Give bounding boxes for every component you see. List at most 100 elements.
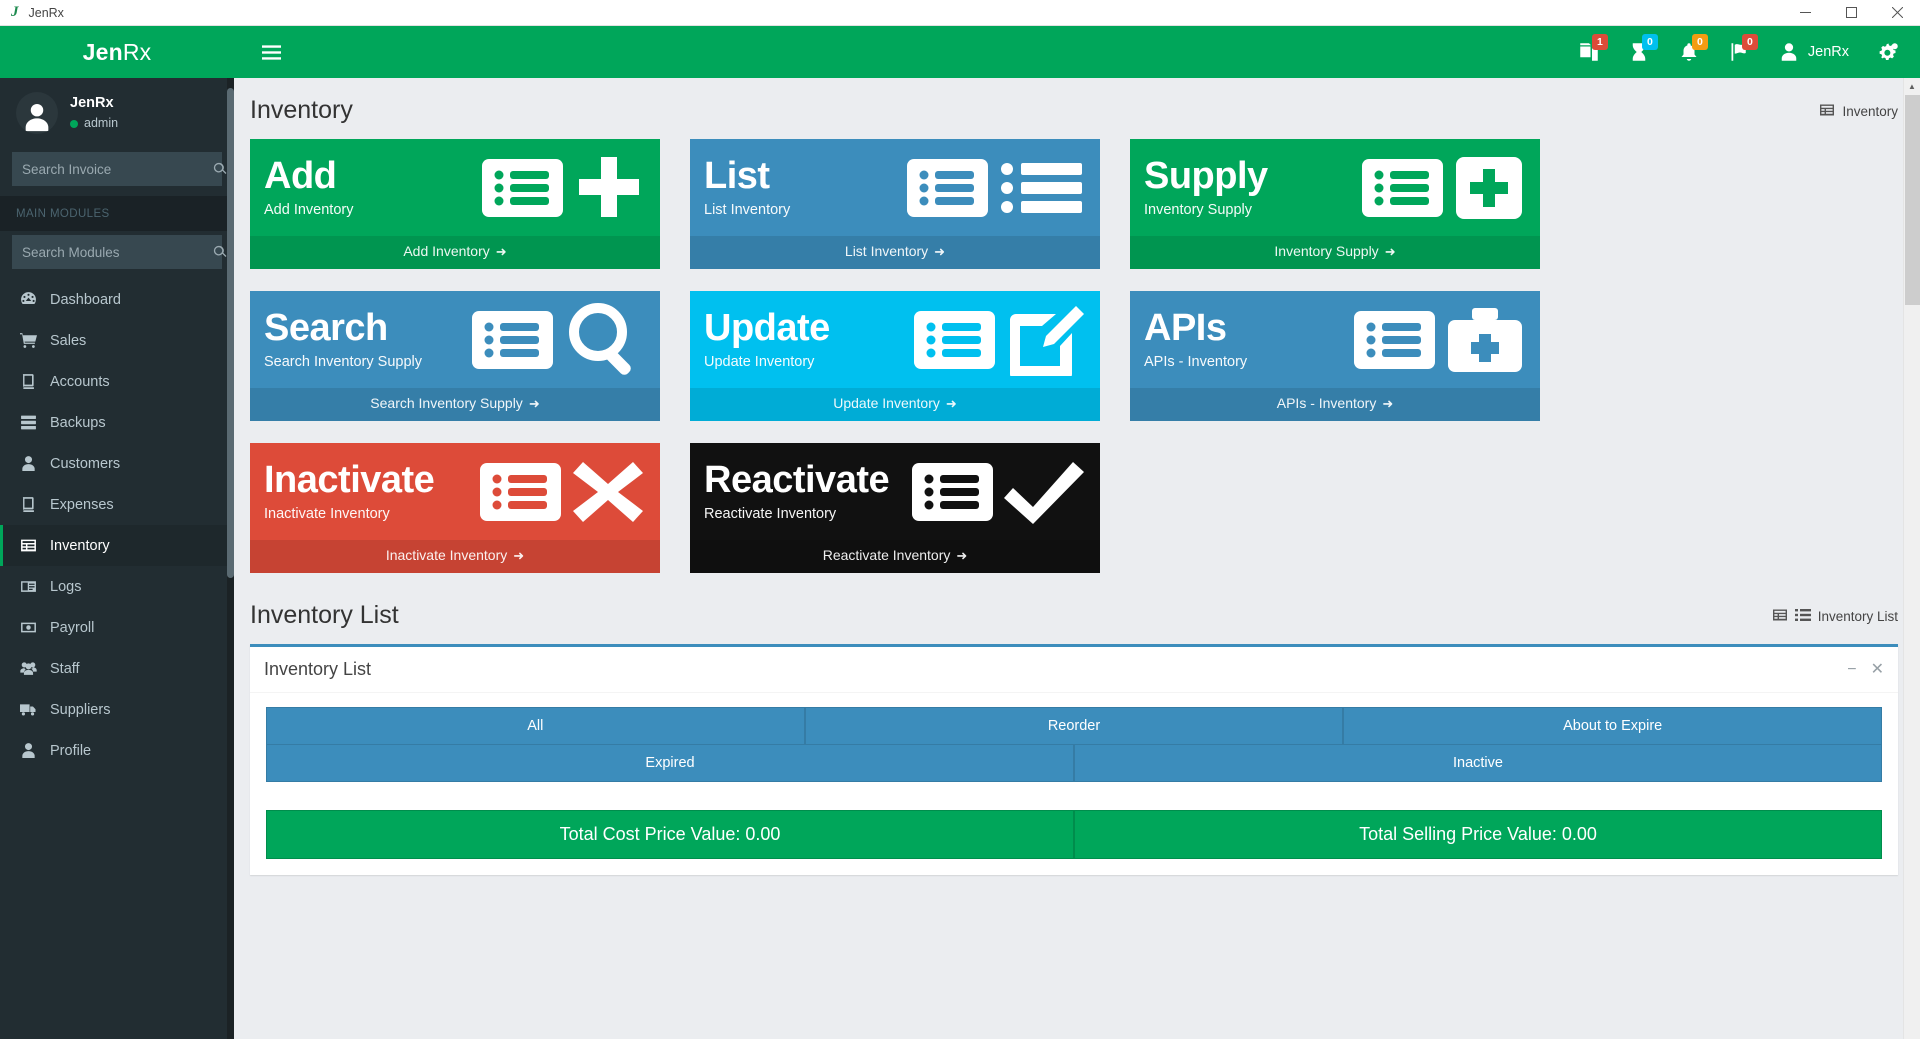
tab-all[interactable]: All xyxy=(266,707,805,745)
arrow-circle-right-icon: ➜ xyxy=(513,548,525,563)
card-search-inventory-supply[interactable]: Search Search Inventory Supply Search In… xyxy=(250,291,660,421)
sidebar-user-panel[interactable]: JenRx admin xyxy=(0,78,234,148)
filter-tabs-row-1: All Reorder About to Expire xyxy=(266,707,1883,745)
tab-inactive[interactable]: Inactive xyxy=(1074,745,1882,782)
card-footer-link[interactable]: List Inventory ➜ xyxy=(690,236,1100,269)
sidebar-brand[interactable]: Jen Rx xyxy=(0,26,234,78)
card-footer-link[interactable]: Inventory Supply ➜ xyxy=(1130,236,1540,269)
users-icon xyxy=(19,660,38,677)
invoice-search[interactable] xyxy=(12,152,227,186)
arrow-circle-right-icon: ➜ xyxy=(1384,244,1396,259)
tab-reorder[interactable]: Reorder xyxy=(804,707,1344,745)
card-footer-label: Update Inventory xyxy=(833,395,940,411)
panel-body: All Reorder About to Expire Expired Inac… xyxy=(250,693,1898,875)
card-apis-inventory[interactable]: APIs APIs - Inventory APIs - Inventory ➜ xyxy=(1130,291,1540,421)
bell-badge: 0 xyxy=(1691,34,1708,50)
close-icon[interactable] xyxy=(1874,0,1920,25)
hourglass-icon[interactable]: 0 xyxy=(1616,32,1662,72)
sidebar-item-dashboard[interactable]: Dashboard xyxy=(0,279,234,320)
user-meta: JenRx admin xyxy=(70,93,118,132)
cross-icon xyxy=(572,460,644,524)
sidebar-item-profile[interactable]: Profile xyxy=(0,730,234,771)
sidebar-item-expenses[interactable]: Expenses xyxy=(0,484,234,525)
card-reactivate-inventory[interactable]: Reactivate Reactivate Inventory Reactiva… xyxy=(690,443,1100,573)
brand-bold: Jen xyxy=(82,38,123,65)
card-inventory-supply[interactable]: Supply Inventory Supply Inventory Supply… xyxy=(1130,139,1540,269)
card-icons xyxy=(480,155,644,221)
arrow-circle-right-icon: ➜ xyxy=(495,244,507,259)
section-title: Inventory List xyxy=(250,601,399,629)
card-update-inventory[interactable]: Update Update Inventory Update Inventory… xyxy=(690,291,1100,421)
sidebar-item-label: Dashboard xyxy=(50,291,121,308)
card-footer-link[interactable]: Inactivate Inventory ➜ xyxy=(250,540,660,573)
flag-icon[interactable]: 0 xyxy=(1716,32,1762,72)
tab-expired[interactable]: Expired xyxy=(266,745,1074,782)
card-subtitle: Update Inventory xyxy=(704,354,815,371)
card-icons xyxy=(912,304,1084,376)
card-footer-link[interactable]: APIs - Inventory ➜ xyxy=(1130,388,1540,421)
content-area: Inventory Inventory Add Add Inventory Ad… xyxy=(234,78,1920,1039)
sidebar-scrollbar-thumb[interactable] xyxy=(227,88,234,578)
table-icon xyxy=(1819,102,1835,121)
documents-icon[interactable]: 1 xyxy=(1566,32,1612,72)
card-add-inventory[interactable]: Add Add Inventory Add Inventory ➜ xyxy=(250,139,660,269)
card-footer-link[interactable]: Reactivate Inventory ➜ xyxy=(690,540,1100,573)
card-footer-link[interactable]: Update Inventory ➜ xyxy=(690,388,1100,421)
sidebar-item-label: Backups xyxy=(50,414,106,431)
card-title: Search xyxy=(264,306,388,349)
card-subtitle: Search Inventory Supply xyxy=(264,354,422,371)
tab-about-to-expire[interactable]: About to Expire xyxy=(1343,707,1883,745)
card-text: Supply Inventory Supply xyxy=(1144,156,1360,218)
sidebar-item-logs[interactable]: Logs xyxy=(0,566,234,607)
card-icons xyxy=(1360,155,1524,221)
search-modules-input[interactable] xyxy=(12,235,209,269)
list-icon xyxy=(1794,607,1811,626)
card-title: Inactivate xyxy=(264,458,435,501)
card-body: Inactivate Inactivate Inventory xyxy=(250,443,660,540)
page-header: Inventory Inventory xyxy=(250,92,1898,139)
sidebar-item-staff[interactable]: Staff xyxy=(0,648,234,689)
card-subtitle: APIs - Inventory xyxy=(1144,354,1248,371)
search-invoice-input[interactable] xyxy=(12,152,209,186)
panel-tools: − ✕ xyxy=(1847,661,1884,678)
card-footer-label: APIs - Inventory xyxy=(1276,395,1377,411)
sidebar-item-sales[interactable]: Sales xyxy=(0,320,234,361)
user-menu[interactable]: JenRx xyxy=(1766,32,1862,72)
window-titlebar: J JenRx xyxy=(0,0,1920,26)
page-scrollbar[interactable]: ▲ xyxy=(1903,78,1920,1039)
list-icon xyxy=(910,461,995,523)
sidebar-item-payroll[interactable]: Payroll xyxy=(0,607,234,648)
user-circle-icon xyxy=(19,742,38,759)
card-icons xyxy=(910,460,1084,524)
minus-icon[interactable]: − xyxy=(1847,661,1856,678)
card-title: Add xyxy=(264,154,337,197)
status-dot-icon xyxy=(70,119,78,128)
close-icon[interactable]: ✕ xyxy=(1871,661,1884,678)
hourglass-badge: 0 xyxy=(1641,34,1658,50)
sidebar-scrollbar[interactable] xyxy=(227,78,234,1039)
card-text: Update Update Inventory xyxy=(704,308,912,371)
scroll-up-icon[interactable]: ▲ xyxy=(1904,78,1920,95)
sidebar-item-backups[interactable]: Backups xyxy=(0,402,234,443)
arrow-circle-right-icon: ➜ xyxy=(956,548,968,563)
section-breadcrumb: Inventory List xyxy=(1772,607,1898,626)
gears-icon[interactable] xyxy=(1866,32,1912,72)
module-search[interactable] xyxy=(12,235,227,269)
card-footer-label: Search Inventory Supply xyxy=(370,395,523,411)
avatar xyxy=(16,92,58,134)
minimize-icon[interactable] xyxy=(1782,0,1828,25)
hamburger-icon[interactable] xyxy=(250,35,293,70)
card-footer-link[interactable]: Search Inventory Supply ➜ xyxy=(250,388,660,421)
maximize-icon[interactable] xyxy=(1828,0,1874,25)
window-title: JenRx xyxy=(28,5,64,20)
sidebar-item-customers[interactable]: Customers xyxy=(0,443,234,484)
sidebar-item-inventory[interactable]: Inventory xyxy=(0,525,234,566)
page-scrollbar-thumb[interactable] xyxy=(1905,95,1920,305)
sidebar-item-label: Inventory xyxy=(50,537,110,554)
card-inactivate-inventory[interactable]: Inactivate Inactivate Inventory Inactiva… xyxy=(250,443,660,573)
card-list-inventory[interactable]: List List Inventory List Inventory ➜ xyxy=(690,139,1100,269)
bell-icon[interactable]: 0 xyxy=(1666,32,1712,72)
sidebar-item-accounts[interactable]: Accounts xyxy=(0,361,234,402)
card-footer-link[interactable]: Add Inventory ➜ xyxy=(250,236,660,269)
sidebar-item-suppliers[interactable]: Suppliers xyxy=(0,689,234,730)
